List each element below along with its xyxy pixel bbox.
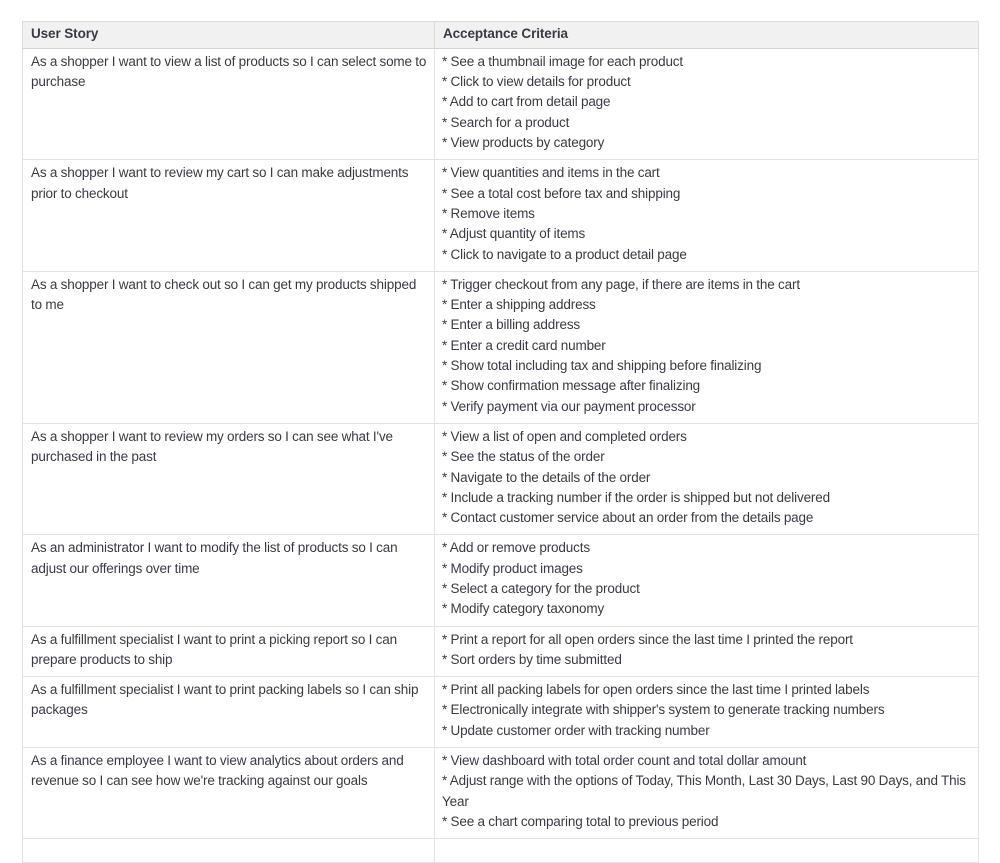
user-story-cell: As a shopper I want to check out so I ca… bbox=[22, 270, 435, 424]
user-story-text: As a shopper I want to review my orders … bbox=[31, 428, 393, 465]
table-row: As a fulfillment specialist I want to pr… bbox=[22, 676, 979, 749]
user-story-cell: As an administrator I want to modify the… bbox=[22, 534, 435, 627]
table-row: As an administrator I want to modify the… bbox=[22, 534, 979, 627]
acceptance-criteria-item: * Show confirmation message after finali… bbox=[442, 378, 701, 394]
acceptance-criteria-item: * Navigate to the details of the order bbox=[442, 469, 651, 485]
acceptance-criteria-item: * Show total including tax and shipping … bbox=[442, 358, 762, 374]
acceptance-criteria-cell: * View a list of open and completed orde… bbox=[434, 422, 979, 536]
table-body: As a shopper I want to view a list of pr… bbox=[22, 47, 979, 863]
table-row: As a shopper I want to view a list of pr… bbox=[22, 47, 979, 161]
acceptance-criteria-item: * Modify category taxonomy bbox=[442, 601, 605, 617]
acceptance-criteria-cell: * Trigger checkout from any page, if the… bbox=[434, 270, 979, 424]
table-header: User Story Acceptance Criteria bbox=[22, 21, 979, 49]
acceptance-criteria-cell: * Print a report for all open orders sin… bbox=[434, 625, 979, 678]
acceptance-criteria-item: * Search for a product bbox=[442, 114, 570, 130]
acceptance-criteria-item: * View quantities and items in the cart bbox=[442, 165, 660, 181]
user-story-text: As a fulfillment specialist I want to pr… bbox=[31, 682, 419, 718]
acceptance-criteria-item: * Select a category for the product bbox=[442, 581, 640, 596]
user-story-cell: As a shopper I want to review my orders … bbox=[22, 422, 435, 536]
acceptance-criteria-item: * Include a tracking number if the order… bbox=[442, 489, 830, 505]
acceptance-criteria-item: * Contact customer service about an orde… bbox=[442, 510, 814, 526]
acceptance-criteria-item: * Adjust range with the options of Today… bbox=[442, 773, 966, 809]
acceptance-criteria-item: * Update customer order with tracking nu… bbox=[442, 722, 710, 738]
acceptance-criteria-list: * View quantities and items in the cart *… bbox=[442, 163, 970, 264]
acceptance-criteria-cell: * Add or remove products * Modify product… bbox=[434, 534, 979, 627]
user-story-text: As a fulfillment specialist I want to pr… bbox=[31, 631, 397, 667]
acceptance-criteria-list: * Print all packing labels for open orde… bbox=[442, 680, 970, 741]
acceptance-criteria-item: * See a thumbnail image for each product bbox=[442, 53, 683, 69]
acceptance-criteria-item: * Add or remove products bbox=[442, 540, 590, 556]
user-story-text: As an administrator I want to modify the… bbox=[31, 540, 398, 576]
user-story-table: User Story Acceptance Criteria As a shop… bbox=[22, 21, 979, 863]
user-story-text: As a shopper I want to review my cart so… bbox=[31, 165, 409, 201]
acceptance-criteria-cell: * View dashboard with total order count … bbox=[434, 747, 979, 840]
table-header-row: User Story Acceptance Criteria bbox=[22, 21, 979, 49]
acceptance-criteria-item: * Electronically integrate with shipper'… bbox=[442, 702, 885, 718]
acceptance-criteria-list: * Print a report for all open orders sin… bbox=[442, 630, 970, 671]
document-page: User Story Acceptance Criteria As a shop… bbox=[0, 0, 1000, 863]
user-story-text: As a shopper I want to view a list of pr… bbox=[31, 53, 427, 90]
acceptance-criteria-item: * Enter a credit card number bbox=[442, 337, 606, 353]
user-story-text: As a finance employee I want to view ana… bbox=[31, 753, 404, 789]
acceptance-criteria-item: * See the status of the order bbox=[442, 449, 605, 465]
user-story-cell: As a fulfillment specialist I want to pr… bbox=[22, 625, 435, 678]
user-story-cell: As a fulfillment specialist I want to pr… bbox=[22, 676, 435, 749]
acceptance-criteria-cell: * Print all packing labels for open orde… bbox=[434, 676, 979, 749]
user-story-text: As a shopper I want to check out so I ca… bbox=[31, 276, 417, 313]
acceptance-criteria-list: * Add or remove products * Modify product… bbox=[442, 538, 970, 619]
acceptance-criteria-item: * Enter a billing address bbox=[442, 317, 581, 333]
table-trailing-cell bbox=[434, 838, 979, 863]
acceptance-criteria-item: * View a list of open and completed orde… bbox=[442, 428, 687, 444]
column-header-user-story: User Story bbox=[22, 21, 435, 49]
table-row: As a finance employee I want to view ana… bbox=[22, 747, 979, 840]
acceptance-criteria-item: * View dashboard with total order count … bbox=[442, 753, 807, 769]
acceptance-criteria-item: * Print a report for all open orders sin… bbox=[442, 631, 853, 647]
acceptance-criteria-item: * Trigger checkout from any page, if the… bbox=[442, 276, 800, 292]
acceptance-criteria-item: * Verify payment via our payment process… bbox=[442, 398, 696, 414]
acceptance-criteria-item: * Click to view details for product bbox=[442, 74, 631, 90]
acceptance-criteria-list: * Trigger checkout from any page, if the… bbox=[442, 275, 970, 417]
acceptance-criteria-item: * Enter a shipping address bbox=[442, 297, 596, 313]
acceptance-criteria-item: * Add to cart from detail page bbox=[442, 94, 611, 110]
user-story-cell: As a shopper I want to view a list of pr… bbox=[22, 47, 435, 161]
table-trailing-row bbox=[22, 838, 979, 863]
acceptance-criteria-cell: * See a thumbnail image for each product… bbox=[434, 47, 979, 161]
acceptance-criteria-cell: * View quantities and items in the cart *… bbox=[434, 159, 979, 272]
acceptance-criteria-list: * See a thumbnail image for each product… bbox=[442, 52, 970, 153]
table-row: As a shopper I want to review my cart so… bbox=[22, 159, 979, 272]
acceptance-criteria-item: * Remove items bbox=[442, 205, 535, 221]
table-row: As a fulfillment specialist I want to pr… bbox=[22, 625, 979, 678]
user-story-cell: As a finance employee I want to view ana… bbox=[22, 747, 435, 840]
column-header-acceptance-criteria: Acceptance Criteria bbox=[434, 21, 979, 49]
acceptance-criteria-item: * Modify product images bbox=[442, 560, 583, 576]
acceptance-criteria-item: * View products by category bbox=[442, 135, 605, 151]
table-row: As a shopper I want to check out so I ca… bbox=[22, 270, 979, 424]
acceptance-criteria-item: * Print all packing labels for open orde… bbox=[442, 682, 870, 698]
table-trailing-cell bbox=[22, 838, 435, 863]
acceptance-criteria-item: * Click to navigate to a product detail … bbox=[442, 246, 687, 262]
acceptance-criteria-list: * View a list of open and completed orde… bbox=[442, 427, 970, 528]
acceptance-criteria-item: * See a chart comparing total to previou… bbox=[442, 813, 719, 829]
acceptance-criteria-item: * Sort orders by time submitted bbox=[442, 651, 622, 667]
acceptance-criteria-item: * See a total cost before tax and shippi… bbox=[442, 185, 681, 201]
acceptance-criteria-item: * Adjust quantity of items bbox=[442, 226, 586, 242]
table-row: As a shopper I want to review my orders … bbox=[22, 422, 979, 536]
user-story-cell: As a shopper I want to review my cart so… bbox=[22, 159, 435, 272]
acceptance-criteria-list: * View dashboard with total order count … bbox=[442, 751, 970, 832]
